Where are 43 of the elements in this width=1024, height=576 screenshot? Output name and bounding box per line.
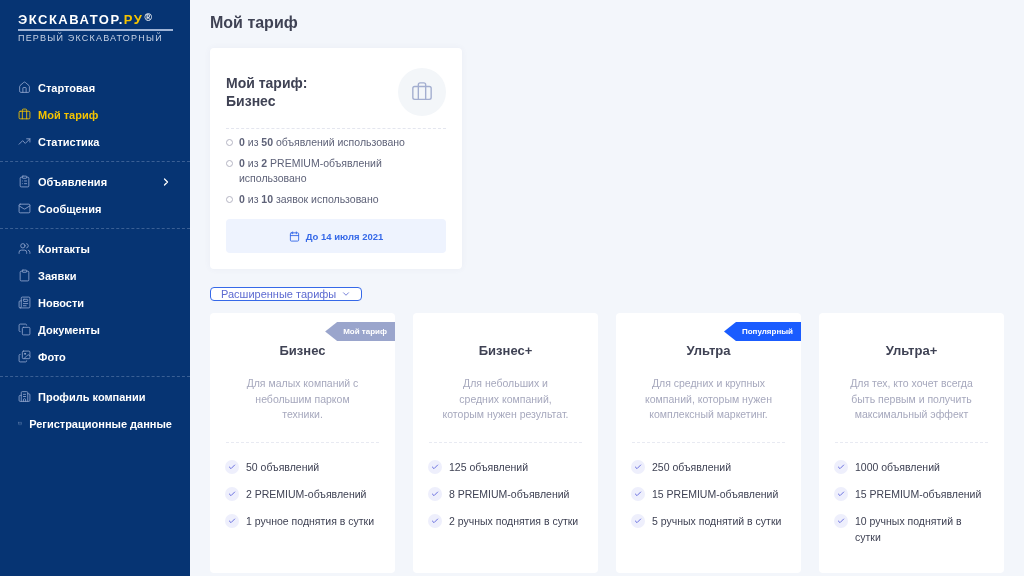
usage-text: 0 из 50 объявлений использовано: [239, 135, 405, 150]
plan-title: Мой тариф: Бизнес: [226, 74, 308, 110]
feature-text: 2 ручных поднятия в сутки: [449, 514, 579, 529]
sidebar-item[interactable]: Регистрационные данные: [0, 410, 190, 437]
sidebar-item[interactable]: Мой тариф: [0, 101, 190, 128]
sidebar-item[interactable]: Новости: [0, 289, 190, 316]
tariffs-dropdown[interactable]: Расширенные тарифы: [210, 287, 363, 301]
expiry-date: До 14 июля 2021: [226, 219, 446, 253]
feature-text: 50 объявлений: [246, 460, 320, 475]
sidebar-item[interactable]: Стартовая: [0, 74, 190, 101]
feature-text: 250 объявлений: [652, 460, 732, 475]
sidebar-item[interactable]: Контакты: [0, 235, 190, 262]
tariff-name: Бизнес+: [477, 343, 534, 358]
tariff-name: Ультра+: [884, 343, 939, 358]
tariff-name: Бизнес: [278, 343, 327, 358]
feature-text: 1000 объявлений: [855, 460, 940, 475]
sidebar-item[interactable]: Документы: [0, 316, 190, 343]
tariff-ribbon: Популярный: [723, 322, 801, 341]
sidebar-item[interactable]: Заявки: [0, 262, 190, 289]
feature-text: 125 объявлений: [449, 460, 529, 475]
feature-text: 8 PREMIUM-объявлений: [449, 487, 570, 502]
feature-text: 2 PREMIUM-объявлений: [246, 487, 367, 502]
feature-text: 1 ручное поднятия в сутки: [246, 514, 375, 529]
feature-text: 5 ручных поднятий в сутки: [652, 514, 782, 529]
feature-text: 15 PREMIUM-объявлений: [652, 487, 779, 502]
sidebar-item[interactable]: Профиль компании: [0, 383, 190, 410]
tariff-ribbon: Мой тариф: [325, 322, 395, 341]
tariff-description: Для небольших и средних компаний, которым нужен результат.: [442, 376, 569, 422]
sidebar-item[interactable]: Статистика: [0, 128, 190, 155]
usage-text: 0 из 10 заявок использовано: [239, 192, 379, 207]
logo-tagline: ПЕРВЫЙ ЭКСКАВАТОРНЫЙ: [18, 33, 164, 43]
tariff-name: Ультра: [685, 343, 732, 358]
feature-text: 15 PREMIUM-объявлений: [855, 487, 982, 502]
logo[interactable]: ЭКСКАВАТОР.РУ®: [18, 12, 173, 31]
sidebar-item[interactable]: Объявления: [0, 168, 190, 195]
tariff-description: Для средних и крупных компаний, которым нужен комплексный маркетинг.: [645, 376, 772, 422]
sidebar-item[interactable]: Фото: [0, 343, 190, 370]
feature-text: 10 ручных поднятий в сутки: [855, 514, 963, 545]
tariff-description: Для малых компаний с небольшим парком техники.: [245, 376, 360, 422]
tariff-description: Для тех, кто хочет всегда быть первым и получить максимальный эффект: [849, 376, 974, 422]
sidebar-item[interactable]: Сообщения: [0, 195, 190, 222]
page-title: Мой тариф: [210, 14, 298, 32]
usage-text: 0 из 2 PREMIUM-объявлений использовано: [239, 156, 383, 186]
